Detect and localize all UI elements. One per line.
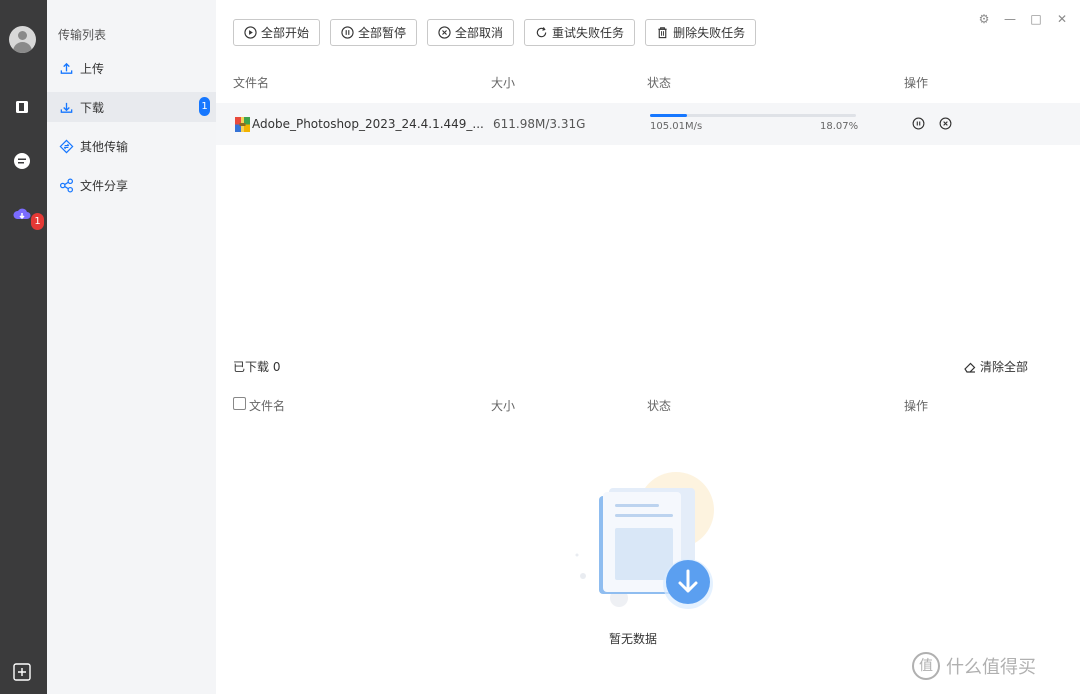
archive-file-icon	[235, 117, 250, 132]
chat-icon[interactable]	[12, 151, 32, 171]
retry-failed-label: 重试失败任务	[552, 26, 625, 40]
delete-failed-button[interactable]: 删除失败任务	[645, 19, 757, 46]
transfer-icon	[59, 139, 74, 153]
upload-icon	[60, 62, 73, 74]
active-table-header: 文件名 大小 状态 操作	[216, 74, 1080, 94]
col-status[interactable]: 状态	[647, 397, 671, 414]
sidebar-item-label: 其他传输	[80, 139, 129, 154]
watermark-logo: 值	[912, 652, 940, 680]
col-status[interactable]: 状态	[647, 74, 671, 91]
sidebar-item-label: 上传	[80, 61, 105, 76]
watermark-text: 什么值得买	[946, 657, 1036, 678]
col-actions: 操作	[904, 76, 929, 90]
table-row[interactable]: Adobe_Photoshop_2023_24.4.1.449_... 611.…	[216, 103, 1080, 145]
progress-fill	[650, 114, 688, 117]
sidebar-heading: 传输列表	[58, 28, 107, 42]
close-icon[interactable]: ✕	[1056, 12, 1068, 26]
progress-bar	[650, 114, 856, 117]
play-circle-icon	[244, 26, 257, 39]
office-icon[interactable]	[12, 97, 32, 117]
sidebar-item-other-transfer[interactable]: 其他传输	[47, 131, 216, 161]
cancel-circle-icon	[438, 26, 451, 39]
pause-circle-icon	[341, 26, 354, 39]
pause-icon[interactable]	[912, 117, 925, 130]
share-icon	[59, 178, 74, 192]
file-size: 611.98M/3.31G	[493, 117, 586, 131]
watermark: 值 什么值得买	[912, 652, 1036, 680]
start-all-button[interactable]: 全部开始	[233, 19, 321, 46]
cloud-transfer-icon[interactable]	[12, 205, 32, 225]
sidebar: 传输列表 上传 下载 1 其他传输 文件分享	[47, 0, 216, 694]
cancel-all-label: 全部取消	[455, 26, 504, 40]
download-icon	[60, 102, 73, 113]
toolbar: 全部开始 全部暂停 全部取消 重试失败任务 删除失败任务	[233, 19, 757, 46]
progress-percent: 18.07%	[820, 121, 859, 132]
pause-all-button[interactable]: 全部暂停	[330, 19, 418, 46]
downloaded-table-header: 文件名 大小 状态 操作	[216, 397, 1080, 417]
col-size[interactable]: 大小	[491, 397, 515, 414]
pause-all-label: 全部暂停	[358, 26, 407, 40]
cancel-icon[interactable]	[939, 117, 952, 130]
col-size[interactable]: 大小	[491, 74, 515, 91]
sidebar-item-upload[interactable]: 上传	[47, 53, 216, 83]
clear-all-label: 清除全部	[980, 360, 1029, 374]
download-speed: 105.01M/s	[650, 121, 703, 132]
download-count-badge: 1	[199, 97, 210, 116]
sidebar-item-label: 下载	[80, 100, 105, 115]
window-controls: ⚙ — □ ✕	[978, 12, 1068, 26]
downloaded-title: 已下载 0	[233, 360, 281, 374]
maximize-icon[interactable]: □	[1030, 12, 1042, 26]
minimize-icon[interactable]: —	[1004, 12, 1016, 26]
trash-icon	[658, 27, 667, 39]
add-app-icon[interactable]	[12, 662, 32, 682]
rail-badge: 1	[31, 213, 44, 230]
retry-failed-button[interactable]: 重试失败任务	[524, 19, 636, 46]
cancel-all-button[interactable]: 全部取消	[427, 19, 515, 46]
col-filename[interactable]: 文件名	[249, 397, 285, 414]
settings-icon[interactable]: ⚙	[978, 12, 990, 26]
col-filename[interactable]: 文件名	[233, 74, 269, 91]
sidebar-item-file-share[interactable]: 文件分享	[47, 170, 216, 200]
empty-state-illustration	[575, 472, 714, 609]
sidebar-item-download[interactable]: 下载 1	[47, 92, 216, 122]
main-panel: 全部开始 全部暂停 全部取消 重试失败任务 删除失败任务 ⚙ — □ ✕ 文件名…	[216, 0, 1080, 694]
eraser-icon	[964, 362, 976, 373]
col-actions: 操作	[904, 399, 929, 413]
refresh-icon	[536, 27, 547, 38]
start-all-label: 全部开始	[261, 26, 310, 40]
delete-failed-label: 删除失败任务	[673, 26, 746, 40]
avatar[interactable]	[9, 26, 36, 53]
app-rail: 1	[0, 0, 47, 694]
file-name: Adobe_Photoshop_2023_24.4.1.449_...	[252, 117, 484, 131]
empty-state-text: 暂无数据	[609, 632, 658, 646]
clear-all-button[interactable]: 清除全部	[963, 358, 1028, 375]
sidebar-item-label: 文件分享	[80, 178, 129, 193]
